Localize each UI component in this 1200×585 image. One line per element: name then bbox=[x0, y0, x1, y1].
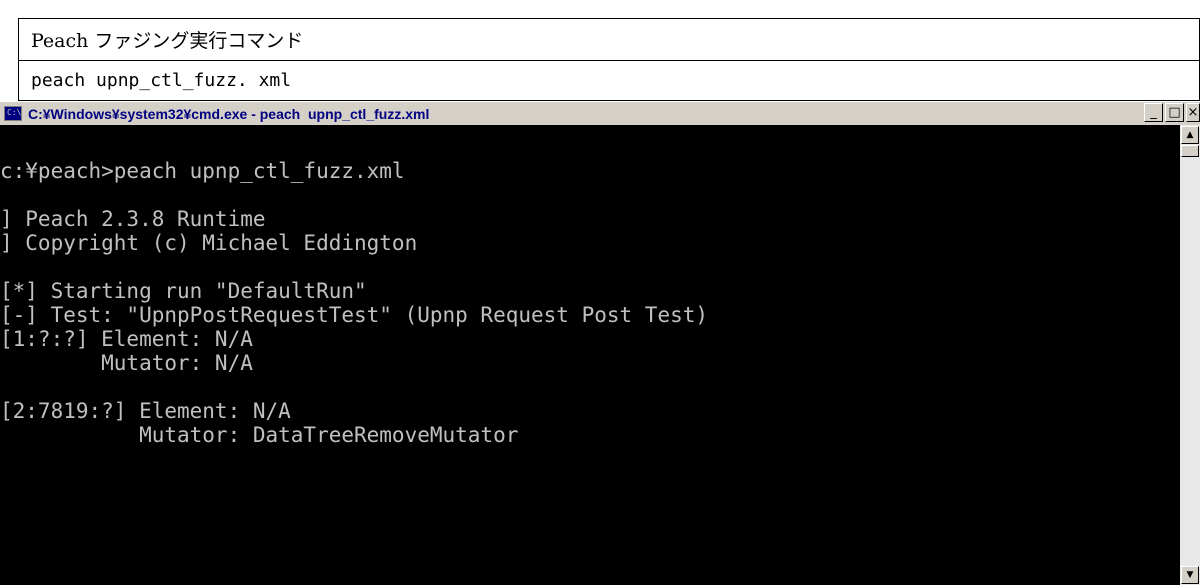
console-line: [1:?:?] Element: N/A bbox=[0, 327, 253, 351]
maximize-button[interactable]: □ bbox=[1165, 103, 1184, 122]
close-button[interactable]: × bbox=[1186, 103, 1200, 122]
document-title: Peach ファジング実行コマンド bbox=[18, 18, 1200, 61]
console-lines: c:¥peach>peach upnp_ctl_fuzz.xml ] Peach… bbox=[0, 125, 1180, 447]
title-bar[interactable]: C:\ C:¥Windows¥system32¥cmd.exe - peach … bbox=[0, 102, 1200, 125]
console-line: ] Peach 2.3.8 Runtime bbox=[0, 207, 266, 231]
command-document-table: Peach ファジング実行コマンド peach upnp_ctl_fuzz. x… bbox=[18, 18, 1200, 101]
scrollbar-thumb[interactable] bbox=[1181, 145, 1199, 157]
console-line: [-] Test: "UpnpPostRequestTest" (Upnp Re… bbox=[0, 303, 709, 327]
console-line: Mutator: DataTreeRemoveMutator bbox=[0, 423, 519, 447]
cmd-icon[interactable]: C:\ bbox=[4, 106, 22, 121]
vertical-scrollbar[interactable]: ▲ ▼ bbox=[1180, 125, 1200, 585]
console-line: ] Copyright (c) Michael Eddington bbox=[0, 231, 418, 255]
document-command: peach upnp_ctl_fuzz. xml bbox=[18, 60, 1200, 101]
scroll-down-icon[interactable]: ▼ bbox=[1181, 566, 1199, 584]
cmd-icon-label: C:\ bbox=[7, 108, 22, 117]
console-line: c:¥peach>peach upnp_ctl_fuzz.xml bbox=[0, 159, 405, 183]
console-output[interactable]: c:¥peach>peach upnp_ctl_fuzz.xml ] Peach… bbox=[0, 125, 1180, 585]
scroll-up-icon[interactable]: ▲ bbox=[1181, 126, 1199, 144]
console-line: [*] Starting run "DefaultRun" bbox=[0, 279, 367, 303]
window-controls: _ □ × bbox=[1144, 103, 1200, 122]
console-window: C:\ C:¥Windows¥system32¥cmd.exe - peach … bbox=[0, 102, 1200, 585]
console-line: Mutator: N/A bbox=[0, 351, 253, 375]
window-title: C:¥Windows¥system32¥cmd.exe - peach upnp… bbox=[28, 105, 430, 122]
minimize-button[interactable]: _ bbox=[1144, 103, 1163, 122]
console-line: [2:7819:?] Element: N/A bbox=[0, 399, 291, 423]
